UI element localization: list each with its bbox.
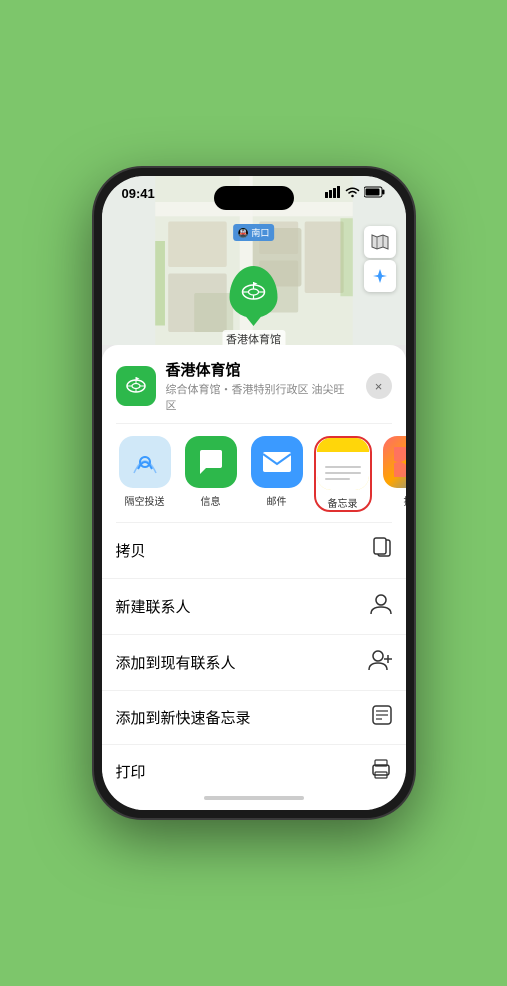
location-button[interactable] [364, 260, 396, 292]
pin-label: 香港体育馆 [222, 330, 285, 345]
action-add-contact-label: 添加到现有联系人 [116, 652, 236, 673]
action-add-contact[interactable]: 添加到现有联系人 [102, 635, 406, 691]
venue-header: 香港体育馆 综合体育馆・香港特别行政区 油尖旺区 × [102, 345, 406, 423]
notes-label: 备忘录 [328, 495, 358, 510]
subway-label: 🚇 南口 [233, 224, 275, 241]
action-copy-label: 拷贝 [116, 540, 146, 561]
action-new-contact-label: 新建联系人 [116, 596, 191, 617]
close-button[interactable]: × [366, 373, 392, 399]
messages-icon [185, 436, 237, 488]
home-indicator-area [102, 790, 406, 810]
share-item-more[interactable]: 提 [380, 436, 406, 512]
more-label: 提 [404, 493, 406, 508]
map-controls [364, 226, 396, 292]
battery-icon [364, 186, 386, 201]
status-time: 09:41 [122, 186, 155, 201]
share-item-messages[interactable]: 信息 [182, 436, 240, 512]
notes-icon [317, 438, 369, 490]
messages-label: 信息 [201, 493, 221, 508]
person-icon [370, 593, 392, 620]
action-new-contact[interactable]: 新建联系人 [102, 579, 406, 635]
share-item-notes[interactable]: 备忘录 [314, 436, 372, 512]
print-icon [370, 759, 392, 784]
airdrop-label: 隔空投送 [125, 493, 165, 508]
venue-icon [116, 366, 156, 406]
status-icons [325, 186, 386, 201]
copy-icon [372, 537, 392, 564]
share-item-airdrop[interactable]: 隔空投送 [116, 436, 174, 512]
bottom-sheet: 香港体育馆 综合体育馆・香港特别行政区 油尖旺区 × [102, 345, 406, 810]
memo-icon [372, 705, 392, 730]
phone-screen: 09:41 [102, 176, 406, 810]
mail-label: 邮件 [267, 493, 287, 508]
phone-frame: 09:41 [94, 168, 414, 818]
venue-name: 香港体育馆 [166, 359, 356, 380]
dynamic-island [214, 186, 294, 210]
action-copy[interactable]: 拷贝 [102, 523, 406, 579]
pin-icon [230, 266, 278, 318]
action-print-label: 打印 [116, 761, 146, 782]
venue-info: 香港体育馆 综合体育馆・香港特别行政区 油尖旺区 [166, 359, 356, 413]
mail-icon [251, 436, 303, 488]
share-row: 隔空投送 信息 [102, 424, 406, 522]
share-item-mail[interactable]: 邮件 [248, 436, 306, 512]
wifi-icon [345, 186, 360, 201]
person-add-icon [368, 649, 392, 676]
map-type-button[interactable] [364, 226, 396, 258]
action-add-notes-label: 添加到新快速备忘录 [116, 707, 251, 728]
home-indicator [204, 796, 304, 800]
action-add-notes[interactable]: 添加到新快速备忘录 [102, 691, 406, 745]
venue-desc: 综合体育馆・香港特别行政区 油尖旺区 [166, 381, 356, 413]
signal-icon [325, 186, 341, 201]
more-icon [383, 436, 406, 488]
location-pin: 香港体育馆 [222, 266, 285, 345]
airdrop-icon [119, 436, 171, 488]
action-print[interactable]: 打印 [102, 745, 406, 790]
